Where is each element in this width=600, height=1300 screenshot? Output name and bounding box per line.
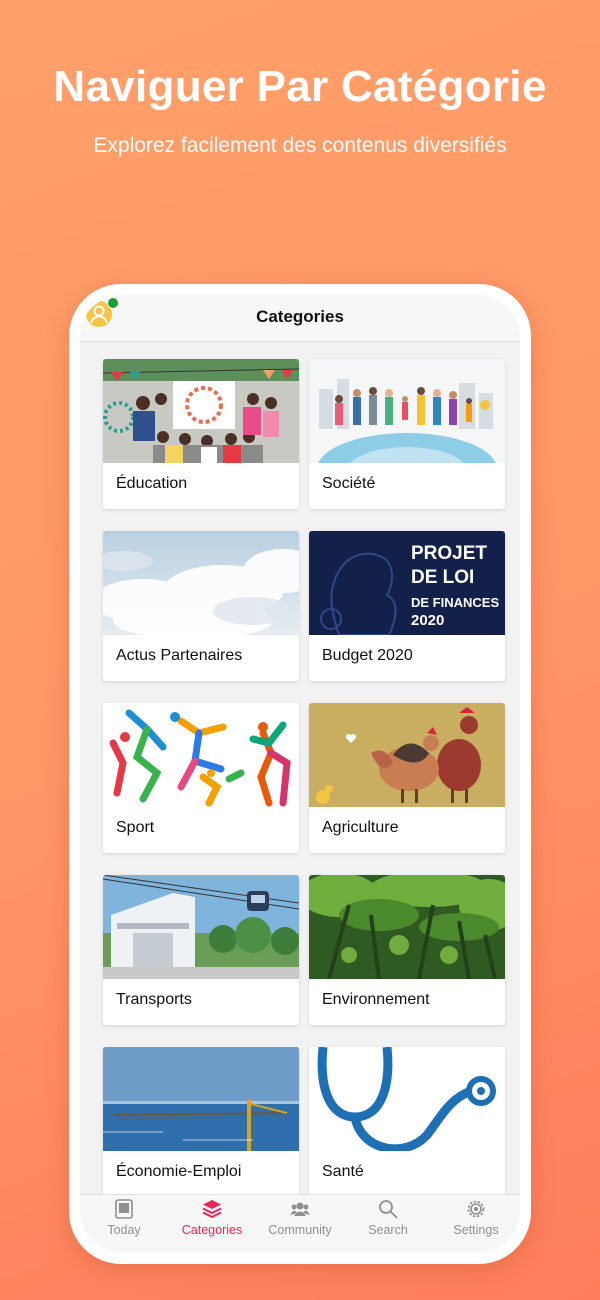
search-icon [378,1199,398,1219]
category-label: Transports [116,991,192,1008]
category-label: Santé [322,1163,364,1180]
people-icon [290,1199,310,1219]
budget-cover: PROJET DE LOI DE FINANCES 2020 [309,531,505,635]
tab-label: Community [268,1223,332,1237]
category-label: Actus Partenaires [116,647,243,664]
page-title: Categories [256,307,344,326]
category-label: Société [322,475,376,492]
sky-clouds-photo [103,531,299,635]
sport-illustration [103,703,299,807]
forest-photo [309,875,505,979]
category-label: Éducation [116,475,188,492]
category-card-transports[interactable]: Transports [103,875,299,1025]
category-card-agriculture[interactable]: Agriculture [309,703,505,853]
tab-label: Categories [181,1223,243,1237]
tab-today[interactable]: Today [80,1195,168,1253]
category-label: Économie-Emploi [116,1163,242,1180]
category-card-education[interactable]: Éducation [103,359,299,509]
category-label: Budget 2020 [322,647,413,664]
layers-icon [202,1199,222,1219]
tab-label: Today [107,1223,141,1237]
tab-bar: Today Categories Community Search Settin… [80,1194,520,1253]
budget-cover-line-3: DE FINANCES [411,595,499,610]
budget-cover-line-2: DE LOI [411,567,474,588]
tab-categories[interactable]: Categories [168,1195,256,1253]
stethoscope-illustration [309,1047,505,1151]
tab-label: Search [368,1223,408,1237]
tab-label: Settings [453,1223,499,1237]
category-card-societe[interactable]: Société [309,359,505,509]
category-card-economie-emploi[interactable]: Économie-Emploi [103,1047,299,1197]
category-label: Environnement [322,991,430,1008]
sea-crane-photo [103,1047,299,1151]
hero-title: Naviguer Par Catégorie [53,62,547,111]
category-card-actus-partenaires[interactable]: Actus Partenaires [103,531,299,681]
category-label: Agriculture [322,819,399,836]
category-card-sport[interactable]: Sport [103,703,299,853]
education-photo [103,359,299,463]
category-card-sante[interactable]: Santé [309,1047,505,1197]
society-illustration [309,359,505,463]
tab-search[interactable]: Search [344,1195,432,1253]
gear-icon [466,1199,486,1219]
cable-car-photo [103,875,299,979]
today-icon [114,1199,134,1219]
tab-settings[interactable]: Settings [432,1195,520,1253]
app-screen: Categories Éducation Société Actus Parte… [80,295,520,1253]
category-label: Sport [116,819,155,836]
phone-frame: Categories Éducation Société Actus Parte… [69,284,531,1264]
category-card-budget-2020[interactable]: PROJET DE LOI DE FINANCES 2020 Budget 20… [309,531,505,681]
category-card-environnement[interactable]: Environnement [309,875,505,1025]
navigation-bar: Categories [80,295,520,342]
budget-cover-line-1: PROJET [411,543,487,564]
chickens-illustration [309,703,505,807]
tab-community[interactable]: Community [256,1195,344,1253]
budget-cover-line-4: 2020 [411,612,444,629]
hero-subtitle: Explorez facilement des contenus diversi… [93,134,507,157]
